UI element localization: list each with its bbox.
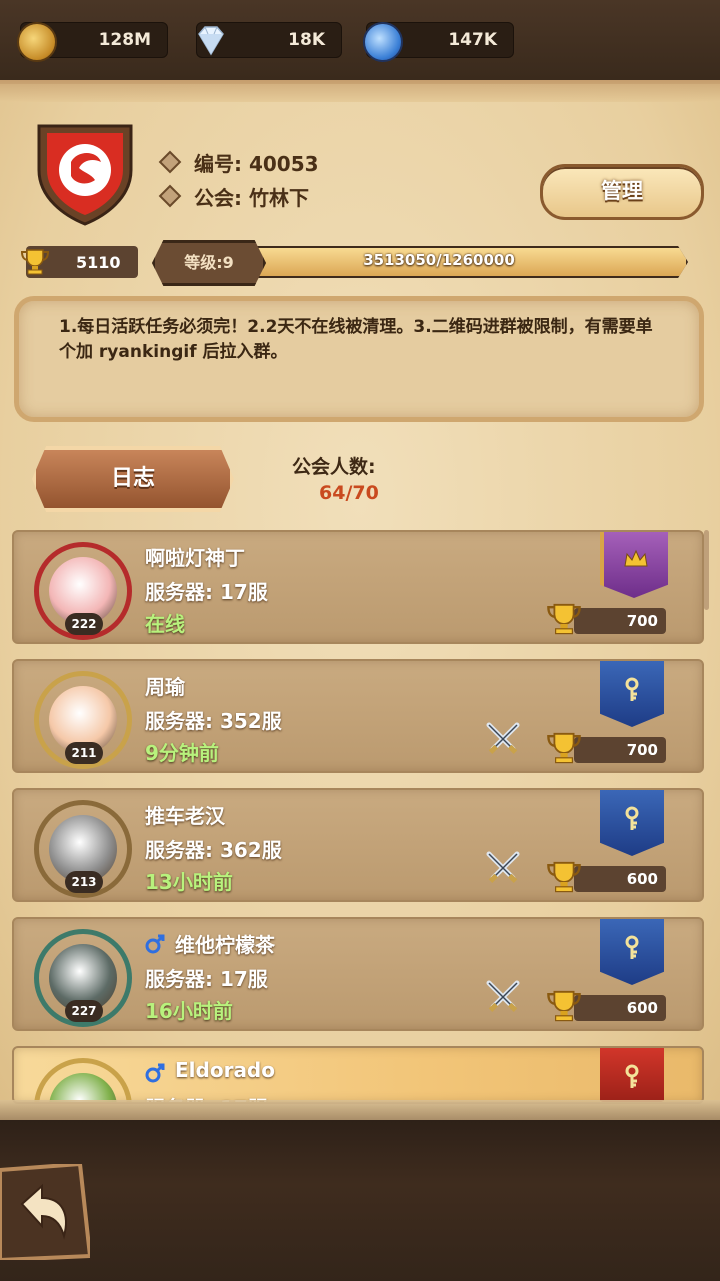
trophy-icon <box>547 732 581 764</box>
member-status: 9分钟前 <box>145 741 219 765</box>
member-banner-icon <box>600 919 664 985</box>
member-trophy-box: 600 <box>574 995 666 1021</box>
member-name: 周瑜 <box>145 675 185 699</box>
elite-banner-icon <box>600 1048 664 1102</box>
member-server: 服务器: 352服 <box>145 709 282 733</box>
guild-notice-text: 1.每日活跃任务必须完！2.2天不在线被清理。3.二维码进群被限制，有需要单个加… <box>59 317 653 362</box>
member-level: 211 <box>65 742 103 764</box>
member-name: 啊啦灯神丁 <box>145 546 245 570</box>
member-status: 16小时前 <box>145 999 233 1023</box>
log-button[interactable]: 日志 <box>32 446 234 512</box>
member-server: 服务器: 17服 <box>145 967 268 991</box>
male-gender-icon <box>145 1063 165 1083</box>
member-row[interactable]: Eldorado服务器: 17服 <box>12 1046 704 1104</box>
orb-value: 147K <box>448 30 497 50</box>
member-server: 服务器: 362服 <box>145 838 282 862</box>
guild-notice[interactable]: 1.每日活跃任务必须完！2.2天不在线被清理。3.二维码进群被限制，有需要单个加… <box>14 296 704 422</box>
member-avatar[interactable]: 213 <box>34 800 132 898</box>
gold-coin-icon <box>17 22 57 62</box>
guild-level-bar: 3513050/1260000 等级:9 <box>152 240 694 286</box>
trophy-icon <box>547 990 581 1022</box>
member-row[interactable]: 213 推车老汉服务器: 362服 13小时前 600 <box>12 788 704 902</box>
member-avatar[interactable]: 211 <box>34 671 132 769</box>
gold-counter[interactable]: 128M <box>17 22 168 62</box>
guild-trophy-value: 5110 <box>76 253 121 272</box>
male-gender-icon <box>145 934 165 954</box>
panel-top-edge <box>0 80 720 102</box>
member-trophy-value: 600 <box>626 870 658 888</box>
member-level: 213 <box>65 871 103 893</box>
trophy-icon <box>547 603 581 635</box>
member-trophy-box: 700 <box>574 608 666 634</box>
member-status: 13小时前 <box>145 870 233 894</box>
member-trophy-box: 600 <box>574 866 666 892</box>
member-trophy-box: 700 <box>574 737 666 763</box>
member-row[interactable]: 222 啊啦灯神丁服务器: 17服 在线 700 <box>12 530 704 644</box>
member-list-scrollbar[interactable] <box>704 530 709 610</box>
crossed-swords-icon[interactable] <box>483 719 523 759</box>
member-avatar[interactable]: 227 <box>34 929 132 1027</box>
guild-level-label: 等级:9 <box>152 240 266 286</box>
member-banner-icon <box>600 661 664 727</box>
member-count-value: 64/70 <box>319 482 379 504</box>
diamond-value: 18K <box>288 30 325 50</box>
member-count-label: 公会人数: <box>292 456 376 478</box>
member-trophy-value: 600 <box>626 999 658 1017</box>
blue-orb-icon <box>363 22 403 62</box>
crossed-swords-icon[interactable] <box>483 977 523 1017</box>
member-row[interactable]: 211 周瑜服务器: 352服 9分钟前 700 <box>12 659 704 773</box>
crossed-swords-icon[interactable] <box>483 848 523 888</box>
member-avatar[interactable]: 222 <box>34 542 132 640</box>
guild-id: 编号: 40053 <box>194 152 319 176</box>
member-row[interactable]: 227 维他柠檬茶服务器: 17服 16小时前 600 <box>12 917 704 1031</box>
member-banner-icon <box>600 790 664 856</box>
trophy-icon <box>547 861 581 893</box>
gold-value: 128M <box>98 30 151 50</box>
bottom-bar <box>0 1120 720 1281</box>
orb-counter[interactable]: 147K <box>363 22 514 62</box>
member-avatar[interactable] <box>34 1058 132 1102</box>
exp-text: 3513050/1260000 <box>363 251 515 269</box>
member-level: 222 <box>65 613 103 635</box>
member-level: 227 <box>65 1000 103 1022</box>
member-name: 维他柠檬茶 <box>175 933 275 957</box>
member-name: 推车老汉 <box>145 804 225 828</box>
trophy-icon <box>20 249 50 275</box>
leader-banner-icon <box>600 532 668 598</box>
member-name: Eldorado <box>175 1058 275 1082</box>
member-status: 在线 <box>145 612 185 636</box>
back-button[interactable] <box>0 1164 90 1260</box>
manage-button[interactable]: 管理 <box>540 164 704 220</box>
diamond-icon <box>198 26 224 56</box>
member-server: 服务器: 17服 <box>145 580 268 604</box>
guild-name: 公会: 竹林下 <box>194 186 309 210</box>
guild-emblem-icon <box>37 124 133 226</box>
member-trophy-value: 700 <box>626 612 658 630</box>
diamond-counter[interactable]: 18K <box>196 22 342 58</box>
member-trophy-value: 700 <box>626 741 658 759</box>
